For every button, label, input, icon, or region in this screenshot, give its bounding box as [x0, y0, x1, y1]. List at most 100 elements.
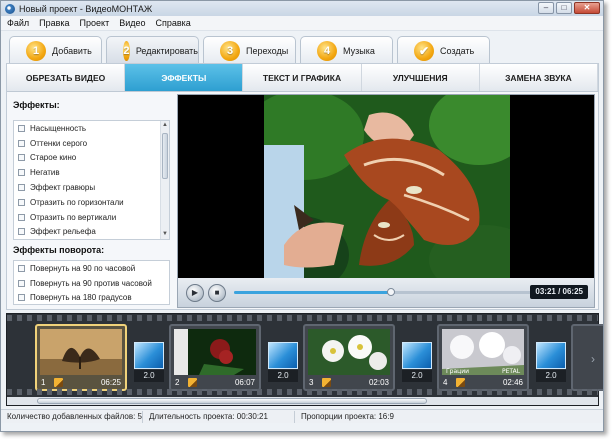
scroll-down-icon[interactable]: ▼: [161, 230, 169, 239]
step-add[interactable]: 1 Добавить: [9, 36, 102, 64]
status-bar: Количество добавленных файлов: 5 Длитель…: [1, 409, 603, 423]
scroll-up-icon[interactable]: ▲: [161, 121, 169, 130]
checkbox[interactable]: [18, 154, 25, 162]
checkbox[interactable]: [18, 139, 25, 147]
clip-thumbnail: Грации PETAL: [442, 329, 524, 375]
checkbox[interactable]: [18, 213, 25, 221]
timeline-scrollbar[interactable]: [7, 397, 598, 405]
transition-icon: [134, 342, 164, 369]
rotation-title: Эффекты поворота:: [13, 245, 105, 255]
play-icon[interactable]: ▶: [186, 283, 204, 302]
effects-pane: Эффекты: Насыщенность Оттенки серого Ста…: [13, 100, 172, 305]
clip-duration: 02:46: [502, 377, 523, 387]
effect-label: Насыщенность: [30, 123, 87, 133]
effect-label: Отразить по горизонтали: [30, 197, 124, 207]
tab-text-graphics[interactable]: ТЕКСТ И ГРАФИКА: [243, 64, 362, 91]
effect-label: Негатив: [30, 168, 60, 178]
tab-replace-audio[interactable]: ЗАМЕНА ЗВУКА: [480, 64, 599, 91]
pencil-icon[interactable]: [54, 377, 63, 387]
pencil-icon[interactable]: [456, 377, 465, 387]
clip-card[interactable]: 3 02:03: [303, 324, 395, 391]
effect-label: Отразить по вертикали: [30, 212, 117, 222]
list-item[interactable]: Старое кино: [14, 151, 169, 166]
list-item[interactable]: Оттенки серого: [14, 136, 169, 151]
list-item[interactable]: Эффект рельефа: [14, 225, 169, 240]
step-create[interactable]: ✔ Создать: [397, 36, 490, 64]
scroll-thumb[interactable]: [162, 133, 168, 179]
maximize-icon[interactable]: □: [556, 2, 572, 14]
checkbox[interactable]: [18, 124, 25, 132]
step-transitions[interactable]: 3 Переходы: [203, 36, 296, 64]
workflow-steps: 1 Добавить 2 Редактировать 3 Переходы 4 …: [9, 36, 490, 64]
list-item[interactable]: Повернуть на 180 градусов: [14, 291, 169, 306]
menu-bar: Файл Правка Проект Видео Справка: [1, 16, 603, 31]
clip-duration: 06:25: [100, 377, 121, 387]
video-preview: ▶ ■ 03:21 / 06:25: [177, 94, 595, 308]
transition-slot[interactable]: 2.0: [268, 342, 298, 382]
effect-label: Старое кино: [30, 153, 77, 163]
menu-help[interactable]: Справка: [156, 18, 191, 28]
menu-project[interactable]: Проект: [80, 18, 110, 28]
effect-label: Оттенки серого: [30, 138, 88, 148]
seek-handle[interactable]: [387, 288, 396, 296]
menu-video[interactable]: Видео: [119, 18, 145, 28]
clip-number: 1: [41, 377, 46, 387]
list-item[interactable]: Негатив: [14, 165, 169, 180]
window-title: Новый проект - ВидеоМОНТАЖ: [19, 3, 153, 14]
clip-footer: 3 02:03: [305, 375, 393, 389]
video-frame[interactable]: [264, 95, 510, 280]
transition-slot[interactable]: 2.0: [134, 342, 164, 382]
rotation-label: Повернуть на 180 градусов: [30, 293, 132, 303]
edit-subtabs: ОБРЕЗАТЬ ВИДЕО ЭФФЕКТЫ ТЕКСТ И ГРАФИКА У…: [7, 64, 599, 92]
step-label: Музыка: [343, 45, 375, 56]
tab-trim-video[interactable]: ОБРЕЗАТЬ ВИДЕО: [7, 64, 126, 91]
list-item[interactable]: Эффект гравюры: [14, 180, 169, 195]
list-item[interactable]: Насыщенность: [14, 121, 169, 136]
close-icon[interactable]: ✕: [574, 2, 600, 14]
svg-text:Грации: Грации: [446, 368, 469, 375]
transition-slot[interactable]: 2.0: [536, 342, 566, 382]
butterfly-image: [264, 95, 510, 280]
step-edit[interactable]: 2 Редактировать: [106, 36, 199, 64]
list-item[interactable]: Повернуть на 90 против часовой: [14, 276, 169, 291]
checkbox[interactable]: [18, 264, 25, 272]
checkbox[interactable]: [18, 198, 25, 206]
list-item[interactable]: Отразить по вертикали: [14, 210, 169, 225]
transition-icon: [268, 342, 298, 369]
checkbox[interactable]: [18, 294, 25, 302]
step-number-badge: 4: [317, 40, 337, 61]
clip-card[interactable]: 2 06:07: [169, 324, 261, 391]
app-logo-icon: [5, 3, 15, 14]
chevron-right-icon[interactable]: ›: [591, 352, 595, 366]
clip-card[interactable]: [571, 324, 603, 391]
checkbox[interactable]: [18, 169, 25, 177]
clip-duration: 06:07: [234, 377, 255, 387]
list-item[interactable]: Повернуть на 90 по часовой: [14, 261, 169, 276]
menu-edit[interactable]: Правка: [39, 18, 69, 28]
clip-footer: 2 06:07: [171, 375, 259, 389]
minimize-icon[interactable]: –: [538, 2, 554, 14]
clip-card[interactable]: 1 06:25: [35, 324, 127, 391]
effects-scrollbar[interactable]: ▲ ▼: [160, 121, 169, 239]
stop-icon[interactable]: ■: [208, 283, 226, 302]
effect-label: Эффект гравюры: [30, 183, 96, 193]
checkbox[interactable]: [18, 228, 25, 236]
list-item[interactable]: Отразить по горизонтали: [14, 195, 169, 210]
clip-number: 2: [175, 377, 180, 387]
clip-thumbnail: [40, 329, 122, 375]
step-label: Добавить: [52, 45, 92, 56]
pencil-icon[interactable]: [188, 377, 197, 387]
checkbox[interactable]: [18, 279, 25, 287]
checkbox[interactable]: [18, 184, 25, 192]
transition-slot[interactable]: 2.0: [402, 342, 432, 382]
seek-slider[interactable]: [234, 288, 536, 296]
tab-enhancements[interactable]: УЛУЧШЕНИЯ: [362, 64, 480, 91]
pencil-icon[interactable]: [322, 377, 331, 387]
step-label: Переходы: [246, 45, 289, 56]
step-music[interactable]: 4 Музыка: [300, 36, 393, 64]
menu-file[interactable]: Файл: [7, 18, 29, 28]
tab-effects[interactable]: ЭФФЕКТЫ: [125, 64, 244, 91]
clip-footer: 4 02:46: [439, 375, 527, 389]
clip-card[interactable]: Грации PETAL 4 02:46: [437, 324, 529, 391]
timeline-scroll-thumb[interactable]: [37, 398, 427, 404]
